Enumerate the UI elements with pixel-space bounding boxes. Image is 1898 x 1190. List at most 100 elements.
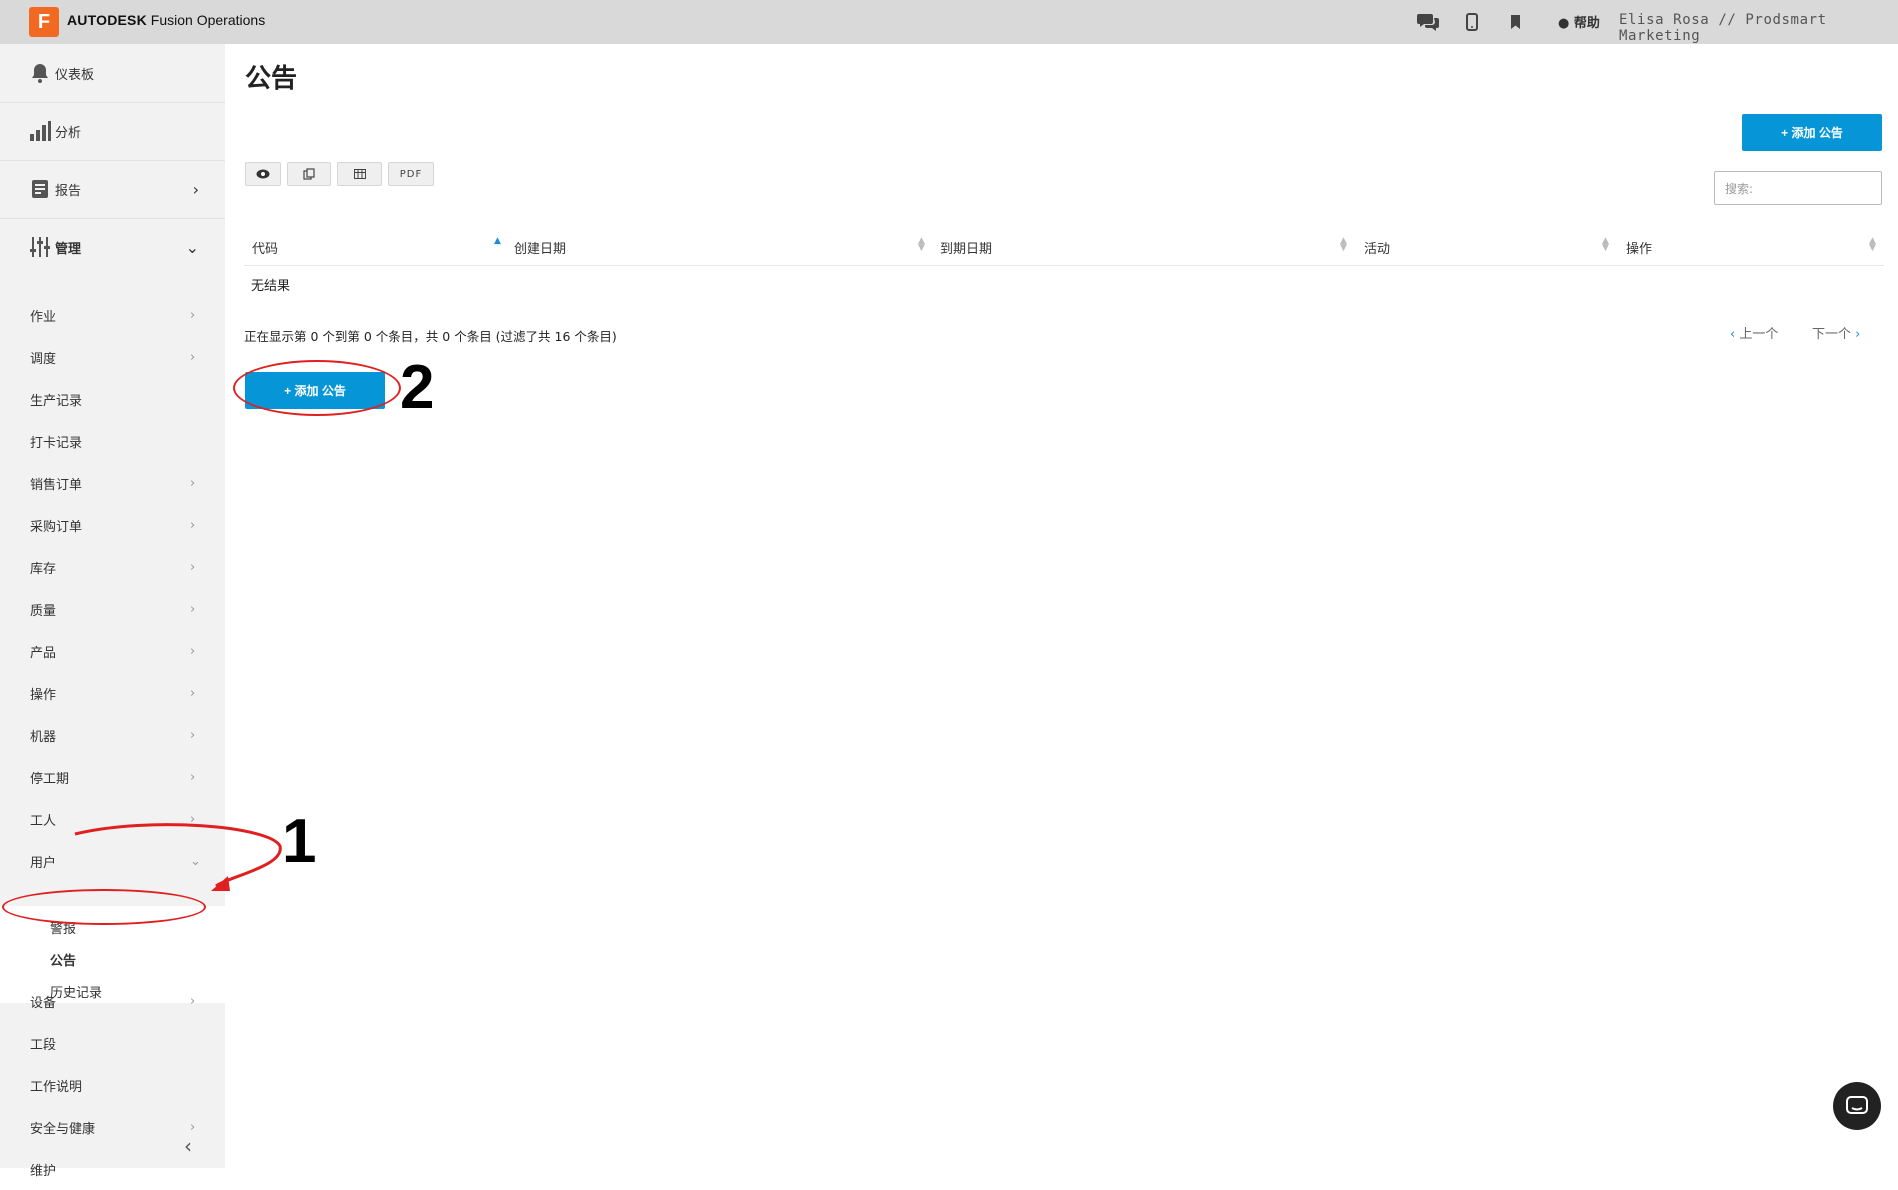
collapse-sidebar-icon[interactable]: ‹ — [184, 1134, 192, 1158]
column-header-created-date[interactable]: 创建日期 — [514, 238, 566, 257]
sidebar-item-machines[interactable]: 机器 › — [0, 714, 225, 756]
chevron-down-icon: ⌄ — [185, 237, 199, 257]
table-info: 正在显示第 0 个到第 0 个条目，共 0 个条目 (过滤了共 16 个条目) — [244, 329, 617, 344]
csv-export-button[interactable] — [337, 162, 382, 186]
annotation-circle-add-button — [233, 360, 401, 416]
copy-icon — [303, 168, 315, 180]
sidebar-label: 停工期 — [30, 771, 70, 787]
bar-chart-icon — [30, 121, 51, 141]
table-icon — [353, 169, 366, 179]
sidebar-label: 安全与健康 — [30, 1121, 96, 1137]
sort-icon[interactable]: ▲ ▼ — [1602, 237, 1609, 253]
report-icon — [32, 180, 48, 198]
sidebar-item-dashboard[interactable]: 仪表板 — [0, 44, 225, 102]
sliders-icon — [30, 237, 50, 257]
pdf-export-button[interactable]: PDF — [388, 162, 434, 186]
sidebar-label: 库存 — [30, 561, 57, 577]
eye-icon — [256, 169, 270, 179]
empty-table-message: 无结果 — [251, 279, 291, 294]
next-page-button[interactable]: 下一个 › — [1812, 323, 1860, 342]
sidebar-label: 质量 — [30, 603, 57, 619]
chevron-left-icon: ‹ — [1730, 327, 1736, 342]
sidebar-label: 报告 — [55, 183, 82, 199]
sort-icon[interactable]: ▲ ▼ — [1340, 237, 1347, 253]
chevron-right-icon: › — [190, 643, 196, 659]
sidebar-item-production-records[interactable]: 生产记录 — [0, 378, 225, 420]
add-announcement-button[interactable]: + 添加 公告 — [1742, 114, 1882, 151]
bell-icon — [32, 64, 48, 83]
annotation-step-2: 2 — [400, 353, 435, 422]
sidebar-label: 工人 — [30, 813, 57, 829]
sidebar-item-scheduling[interactable]: 调度 › — [0, 336, 225, 378]
chevron-right-icon: › — [190, 517, 196, 533]
annotation-arrow — [74, 823, 282, 891]
annotation-step-1: 1 — [282, 807, 317, 876]
sidebar-label: 分析 — [55, 125, 82, 141]
sidebar-label: 机器 — [30, 729, 57, 745]
sidebar-item-sales-orders[interactable]: 销售订单 › — [0, 462, 225, 504]
chevron-right-icon: › — [190, 993, 196, 1009]
help-label: 帮助 — [1573, 16, 1600, 31]
sidebar-item-clock-records[interactable]: 打卡记录 — [0, 420, 225, 462]
search-input[interactable]: 搜索: — [1714, 171, 1882, 205]
prev-page-button[interactable]: ‹ 上一个 — [1730, 323, 1778, 342]
sidebar-label: 销售订单 — [30, 477, 83, 493]
help-circle-icon: ● — [1558, 16, 1570, 31]
help-link[interactable]: ● 帮助 — [1558, 12, 1600, 31]
sidebar-item-purchase-orders[interactable]: 采购订单 › — [0, 504, 225, 546]
sidebar-label: 管理 — [55, 241, 82, 257]
column-visibility-button[interactable] — [245, 162, 281, 186]
column-header-due-date[interactable]: 到期日期 — [940, 238, 992, 257]
sidebar-label: 仪表板 — [55, 67, 95, 83]
column-header-code[interactable]: 代码 — [252, 238, 278, 257]
sort-asc-icon[interactable]: ▲ — [494, 237, 501, 246]
sidebar-label: 工段 — [30, 1037, 57, 1053]
chat-icon — [1846, 1096, 1868, 1114]
sidebar-item-analytics[interactable]: 分析 — [0, 102, 225, 160]
mobile-icon[interactable] — [1460, 10, 1484, 34]
sidebar-item-downtime[interactable]: 停工期 › — [0, 756, 225, 798]
sidebar-item-quality[interactable]: 质量 › — [0, 588, 225, 630]
sidebar-label: 采购订单 — [30, 519, 83, 535]
user-menu[interactable]: Elisa Rosa // Prodsmart Marketing — [1619, 12, 1898, 44]
chevron-right-icon: › — [190, 559, 196, 575]
app-logo[interactable]: F — [29, 7, 59, 37]
sidebar-item-sections[interactable]: 工段 — [0, 1022, 225, 1064]
sidebar-item-reports[interactable]: 报告 › — [0, 160, 225, 218]
chevron-right-icon: › — [1855, 327, 1861, 342]
sidebar-item-products[interactable]: 产品 › — [0, 630, 225, 672]
chevron-right-icon: › — [192, 179, 199, 199]
chevron-right-icon: › — [190, 349, 196, 365]
column-header-actions[interactable]: 操作 — [1626, 238, 1652, 257]
sidebar-label: 设备 — [30, 995, 57, 1011]
chevron-right-icon: › — [190, 475, 196, 491]
sidebar-label: 打卡记录 — [30, 435, 83, 451]
brand-bold: AUTODESK — [67, 12, 147, 28]
sidebar-label: 维护 — [30, 1163, 57, 1179]
sidebar-label: 生产记录 — [30, 393, 83, 409]
sidebar-item-inventory[interactable]: 库存 › — [0, 546, 225, 588]
sidebar: 仪表板 分析 报告 › 管理 ⌄ 作业 › 调度 › 生产记录 打卡记录 销售订单 ›… — [0, 44, 225, 1179]
sidebar-subitem-announcements[interactable]: 公告 — [50, 950, 76, 969]
column-header-active[interactable]: 活动 — [1364, 238, 1390, 257]
sidebar-label: 用户 — [30, 855, 57, 871]
sort-icon[interactable]: ▲ ▼ — [918, 237, 925, 253]
copy-button[interactable] — [287, 162, 331, 186]
prev-label: 上一个 — [1739, 327, 1779, 342]
sidebar-item-operations[interactable]: 操作 › — [0, 672, 225, 714]
chevron-right-icon: › — [190, 769, 196, 785]
top-bar: F AUTODESK Fusion Operations ● 帮助 Elisa … — [0, 0, 1898, 44]
sort-icon[interactable]: ▲ ▼ — [1869, 237, 1876, 253]
next-label: 下一个 — [1812, 327, 1852, 342]
sidebar-label: 操作 — [30, 687, 57, 703]
sidebar-item-manage[interactable]: 管理 ⌄ — [0, 218, 225, 276]
sidebar-item-work-instructions[interactable]: 工作说明 — [0, 1064, 225, 1106]
sidebar-label: 调度 — [30, 351, 57, 367]
sidebar-item-equipment[interactable]: 设备 › — [0, 980, 225, 1022]
main-content: 公告 + 添加 公告 PDF 搜索: 代码 ▲ 创建日期 ▲ ▼ 到期日期 ▲ ▼ … — [226, 44, 1898, 1168]
bookmark-icon[interactable] — [1503, 10, 1527, 34]
chat-bubbles-icon[interactable] — [1416, 10, 1440, 34]
sidebar-item-jobs[interactable]: 作业 › — [0, 294, 225, 336]
chat-launcher-button[interactable] — [1833, 1082, 1881, 1130]
sidebar-label: 工作说明 — [30, 1079, 83, 1095]
